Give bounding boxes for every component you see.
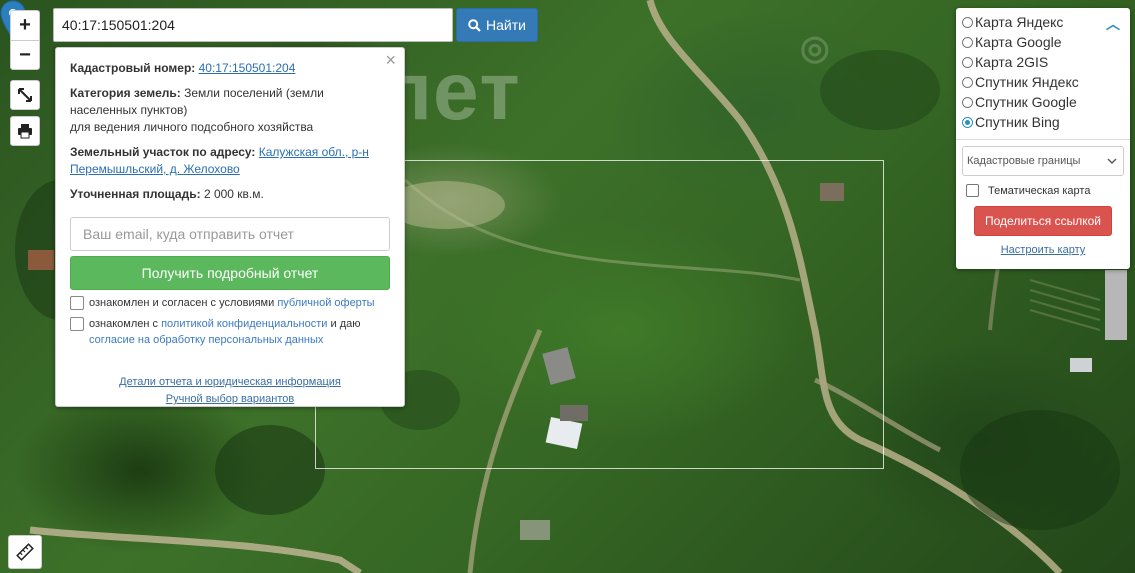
map-watermark-logo: ◎ [800, 29, 830, 67]
fullscreen-button[interactable] [10, 80, 40, 110]
configure-map-link[interactable]: Настроить карту [962, 244, 1124, 256]
consent-offer-row: ознакомлен и согласен с условиями публич… [70, 295, 390, 311]
chevron-down-icon [1107, 158, 1117, 164]
overlay-select-value: Кадастровые границы [967, 155, 1081, 167]
land-usage-value: для ведения личного подсобного хозяйства [70, 120, 314, 134]
area-label: Уточненная площадь: [70, 187, 201, 201]
layer-radio[interactable] [962, 56, 973, 68]
public-offer-link[interactable]: публичной оферты [277, 297, 374, 309]
layer-option[interactable]: Карта 2GIS [962, 52, 1124, 72]
cadastral-number-label: Кадастровый номер: [70, 61, 196, 75]
layer-option-label: Карта Google [975, 34, 1062, 50]
email-field[interactable] [70, 217, 390, 251]
personal-data-consent-link[interactable]: согласие на обработку персональных данны… [89, 334, 323, 346]
search-button-label: Найти [486, 17, 526, 33]
print-button[interactable] [10, 116, 40, 146]
close-icon[interactable]: × [385, 51, 396, 69]
get-report-button[interactable]: Получить подробный отчет [70, 256, 390, 290]
share-link-button[interactable]: Поделиться ссылкой [974, 206, 1112, 236]
cadastral-number-row: Кадастровый номер: 40:17:150501:204 [70, 60, 390, 77]
layer-radio[interactable] [962, 116, 973, 128]
layer-option-label: Карта 2GIS [975, 54, 1049, 70]
zoom-out-button[interactable]: − [10, 40, 40, 70]
area-value: 2 000 кв.м. [203, 187, 264, 201]
land-category-row: Категория земель: Земли поселений (земли… [70, 85, 390, 136]
consent-privacy-checkbox[interactable] [70, 317, 84, 331]
thematic-map-toggle[interactable]: Тематическая карта [962, 184, 1124, 197]
address-row: Земельный участок по адресу: Калужская о… [70, 144, 390, 178]
thematic-map-label: Тематическая карта [988, 184, 1091, 197]
cadastral-number-link[interactable]: 40:17:150501:204 [199, 61, 296, 75]
consent-privacy-text: ознакомлен с политикой конфиденциальност… [89, 316, 361, 348]
ruler-icon [16, 543, 34, 561]
search-input[interactable] [53, 8, 453, 42]
layer-list: Карта Яндекс Карта Google Карта 2GIS Спутни… [962, 12, 1124, 132]
search-icon [468, 18, 481, 32]
chevron-up-icon[interactable]: ︿ [1106, 14, 1120, 34]
expand-icon [18, 88, 32, 102]
layer-option[interactable]: Спутник Google [962, 92, 1124, 112]
address-label: Земельный участок по адресу: [70, 145, 256, 159]
consent-offer-checkbox[interactable] [70, 296, 84, 310]
layer-radio[interactable] [962, 96, 973, 108]
measure-button[interactable] [8, 535, 42, 569]
layer-option[interactable]: Спутник Яндекс [962, 72, 1124, 92]
consent-offer-text: ознакомлен и согласен с условиями публич… [89, 295, 375, 311]
layer-option-label: Спутник Яндекс [975, 74, 1079, 90]
thematic-map-checkbox[interactable] [966, 184, 979, 197]
layer-radio[interactable] [962, 16, 973, 28]
consent-privacy-label-a: ознакомлен с [89, 318, 159, 330]
layer-option[interactable]: Спутник Bing [962, 112, 1124, 132]
search-button[interactable]: Найти [456, 8, 538, 42]
report-details-link[interactable]: Детали отчета и юридическая информация [119, 376, 341, 388]
print-icon [18, 124, 32, 139]
land-category-label: Категория земель: [70, 86, 181, 100]
privacy-policy-link[interactable]: политикой конфиденциальности [161, 318, 327, 330]
consent-offer-label: ознакомлен и согласен с условиями [89, 297, 275, 309]
layer-radio[interactable] [962, 36, 973, 48]
popup-footer-links: Детали отчета и юридическая информация Р… [70, 374, 390, 408]
consent-privacy-row: ознакомлен с политикой конфиденциальност… [70, 316, 390, 348]
layer-option[interactable]: Карта Google [962, 32, 1124, 52]
layer-option-label: Спутник Google [975, 94, 1077, 110]
layer-option-label: Спутник Bing [975, 114, 1060, 130]
overlay-select[interactable]: Кадастровые границы [962, 146, 1124, 176]
area-row: Уточненная площадь: 2 000 кв.м. [70, 186, 390, 203]
layer-option-label: Карта Яндекс [975, 14, 1064, 30]
panel-divider [956, 139, 1130, 140]
consent-privacy-label-b: и даю [330, 318, 361, 330]
zoom-in-button[interactable]: + [10, 10, 40, 40]
parcel-info-popup: × Кадастровый номер: 40:17:150501:204 Ка… [55, 47, 405, 407]
map-layers-panel: ︿ Карта Яндекс Карта Google Карта 2GIS Спут… [956, 8, 1130, 269]
layer-radio[interactable] [962, 76, 973, 88]
manual-selection-link[interactable]: Ручной выбор вариантов [166, 393, 294, 405]
layer-option[interactable]: Карта Яндекс [962, 12, 1124, 32]
